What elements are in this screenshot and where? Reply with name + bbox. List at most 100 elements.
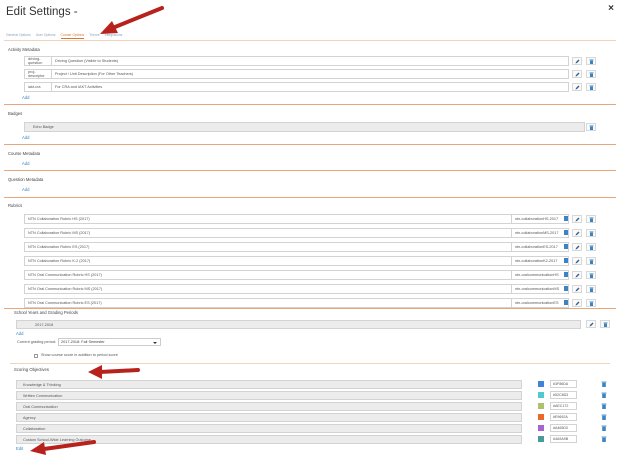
edit-button[interactable] xyxy=(586,320,596,328)
rubric-name: NTN Collaboration Rubric ES (2017) xyxy=(28,245,90,249)
copy-icon[interactable] xyxy=(564,300,568,305)
objective-name: Collaboration xyxy=(23,426,46,431)
edit-button[interactable] xyxy=(572,243,582,251)
badge-name: Echo Badge xyxy=(33,125,54,129)
delete-button[interactable] xyxy=(586,299,596,307)
color-hex-field[interactable]: #4A9A9B xyxy=(550,435,577,443)
color-swatch[interactable] xyxy=(538,392,544,398)
edit-button[interactable] xyxy=(572,83,582,91)
delete-button[interactable] xyxy=(586,70,596,78)
tabs-divider xyxy=(4,40,616,41)
color-swatch[interactable] xyxy=(538,403,544,409)
edit-button[interactable] xyxy=(572,57,582,65)
trash-icon[interactable] xyxy=(601,414,607,420)
add-course-metadata-link[interactable]: Add xyxy=(22,161,29,166)
section-divider xyxy=(4,170,616,171)
pencil-icon xyxy=(589,322,593,326)
trash-icon xyxy=(589,273,593,278)
edit-button[interactable] xyxy=(572,299,582,307)
delete-button[interactable] xyxy=(586,285,596,293)
chevron-down-icon xyxy=(153,342,157,344)
copy-icon[interactable] xyxy=(564,286,568,291)
copy-icon[interactable] xyxy=(564,244,568,249)
trash-icon[interactable] xyxy=(601,392,607,398)
delete-button[interactable] xyxy=(586,57,596,65)
tab-course-options[interactable]: Course Options xyxy=(60,33,85,39)
metadata-key: proj-descriptor xyxy=(25,70,52,78)
edit-button[interactable] xyxy=(572,257,582,265)
copy-icon[interactable] xyxy=(564,272,568,277)
trash-icon[interactable] xyxy=(601,403,607,409)
delete-button[interactable] xyxy=(586,243,596,251)
edit-button[interactable] xyxy=(572,285,582,293)
pencil-icon xyxy=(575,231,579,235)
trash-icon[interactable] xyxy=(601,436,607,442)
table-row: Written Communication xyxy=(16,391,522,400)
color-hex-field[interactable]: #AEC172 xyxy=(550,402,577,410)
edit-button[interactable] xyxy=(572,215,582,223)
color-swatch[interactable] xyxy=(538,436,544,442)
pencil-icon xyxy=(575,259,579,263)
tab-user-options[interactable]: User Options xyxy=(36,33,56,39)
current-period-label: Current grading period: xyxy=(17,340,57,344)
table-row: NTN Collaboration Rubric K-2 (2017) ntn-… xyxy=(24,256,569,266)
current-period-select[interactable]: 2017-2018: Fall Semester xyxy=(58,338,161,346)
edit-button[interactable] xyxy=(572,229,582,237)
table-row: NTN Oral Communication Rubric ES (2017) … xyxy=(24,298,569,308)
table-row: Oral Communication xyxy=(16,402,522,411)
color-hex-field[interactable]: #A465D0 xyxy=(550,424,577,432)
trash-icon xyxy=(589,72,593,77)
copy-icon[interactable] xyxy=(564,258,568,263)
color-hex-field[interactable]: #3F86DA xyxy=(550,380,577,388)
trash-icon xyxy=(589,217,593,222)
edit-button[interactable] xyxy=(572,70,582,78)
rubric-code: ntn-oralcommunicationES xyxy=(511,299,568,307)
delete-button[interactable] xyxy=(586,271,596,279)
rubric-code: ntn-oralcommunicationHS xyxy=(511,271,568,279)
add-question-metadata-link[interactable]: Add xyxy=(22,187,29,192)
delete-button[interactable] xyxy=(586,83,596,91)
delete-button[interactable] xyxy=(586,229,596,237)
delete-button[interactable] xyxy=(586,123,596,131)
table-row: proj-descriptor Project / Unit Descripti… xyxy=(24,69,569,79)
rubric-name: NTN Oral Communication Rubric MS (2017) xyxy=(28,287,103,291)
rubric-name: NTN Collaboration Rubric HS (2017) xyxy=(28,217,90,221)
activity-metadata-heading: Activity Metadata xyxy=(8,47,40,52)
add-badge-link[interactable]: Add xyxy=(22,135,29,140)
trash-icon xyxy=(589,85,593,90)
delete-button[interactable] xyxy=(586,215,596,223)
section-divider xyxy=(4,104,616,105)
copy-icon[interactable] xyxy=(564,230,568,235)
pencil-icon xyxy=(575,59,579,63)
table-row: Collaboration xyxy=(16,424,522,433)
table-row: NTN Collaboration Rubric HS (2017) ntn-c… xyxy=(24,214,569,224)
copy-icon[interactable] xyxy=(564,216,568,221)
color-swatch[interactable] xyxy=(538,425,544,431)
trash-icon[interactable] xyxy=(601,425,607,431)
close-icon[interactable]: × xyxy=(608,3,614,14)
pencil-icon xyxy=(575,287,579,291)
edit-scoring-objectives-link[interactable]: Edit xyxy=(16,446,23,451)
trash-icon[interactable] xyxy=(601,381,607,387)
rubrics-heading: Rubrics xyxy=(8,203,23,208)
color-hex-field[interactable]: #E9692A xyxy=(550,413,577,421)
tab-general-options[interactable]: General Options xyxy=(6,33,31,39)
color-hex-field[interactable]: #52C8D3 xyxy=(550,391,577,399)
add-school-year-link[interactable]: Add xyxy=(16,331,23,336)
metadata-value: Driving Question (Visible to Students) xyxy=(55,59,119,63)
rubric-code: ntn-collaborationK2-2017 xyxy=(511,257,568,265)
annotation-arrow-icon xyxy=(30,440,96,455)
color-swatch[interactable] xyxy=(538,414,544,420)
color-swatch[interactable] xyxy=(538,381,544,387)
add-activity-metadata-link[interactable]: Add xyxy=(22,95,29,100)
edit-button[interactable] xyxy=(572,271,582,279)
pencil-icon xyxy=(575,301,579,305)
rubric-code: ntn-collaborationES-2017 xyxy=(511,243,568,251)
trash-icon xyxy=(589,245,593,250)
delete-button[interactable] xyxy=(600,320,610,328)
school-years-heading: School Years and Grading Periods xyxy=(14,310,79,315)
trash-icon xyxy=(589,259,593,264)
course-score-checkbox[interactable] xyxy=(34,354,38,358)
delete-button[interactable] xyxy=(586,257,596,265)
rubric-name: NTN Collaboration Rubric K-2 (2017) xyxy=(28,259,91,263)
